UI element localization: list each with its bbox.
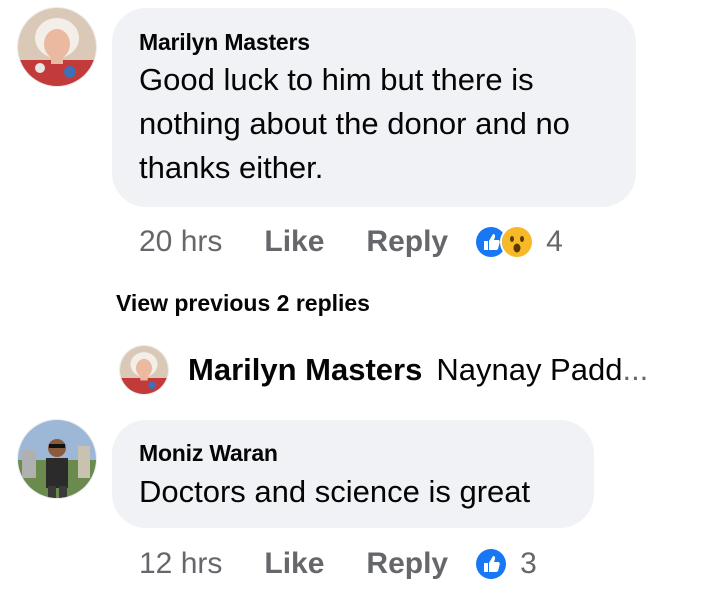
comment-author[interactable]: Moniz Waran [139,440,278,467]
reply-button[interactable]: Reply [366,225,448,259]
reply-preview[interactable]: Marilyn Masters Naynay Padd ... [120,346,648,394]
like-icon [474,547,509,581]
comment-actions: 20 hrs Like Reply 4 [139,225,563,259]
wow-icon [500,225,535,259]
comment-bubble: Marilyn Masters Good luck to him but the… [112,8,636,207]
profile-photo-man [18,420,96,498]
comment-text: Good luck to him but there is nothing ab… [139,58,570,190]
like-button[interactable]: Like [264,225,324,259]
reaction-count: 4 [546,225,563,258]
comment-bubble: Moniz Waran Doctors and science is great [112,420,594,528]
comment-text: Doctors and science is great [139,470,530,514]
comment-timestamp[interactable]: 20 hrs [139,225,222,259]
avatar-marilyn-masters[interactable] [18,8,96,86]
view-previous-replies-link[interactable]: View previous 2 replies [116,290,370,317]
reply-ellipsis: ... [622,352,649,387]
reply-button[interactable]: Reply [366,547,448,581]
comment-line: Doctors and science is great [139,474,531,509]
reactions-summary[interactable]: 4 [474,225,563,259]
reply-avatar[interactable] [120,346,168,394]
profile-photo-woman [120,346,168,394]
comment-line: thanks either. [139,150,324,185]
like-button[interactable]: Like [264,547,324,581]
profile-photo-woman [18,8,96,86]
comment-line: nothing about the donor and no [139,106,570,141]
avatar-moniz-waran[interactable] [18,420,96,498]
comment-author[interactable]: Marilyn Masters [139,29,310,56]
reply-author[interactable]: Marilyn Masters [188,352,422,388]
comment-actions: 12 hrs Like Reply 3 [139,547,537,581]
reactions-summary[interactable]: 3 [474,547,537,581]
reply-text: Naynay Padd [436,352,623,387]
comment-timestamp[interactable]: 12 hrs [139,547,222,581]
comment-line: Good luck to him but there is [139,62,534,97]
reaction-count: 3 [520,547,537,580]
